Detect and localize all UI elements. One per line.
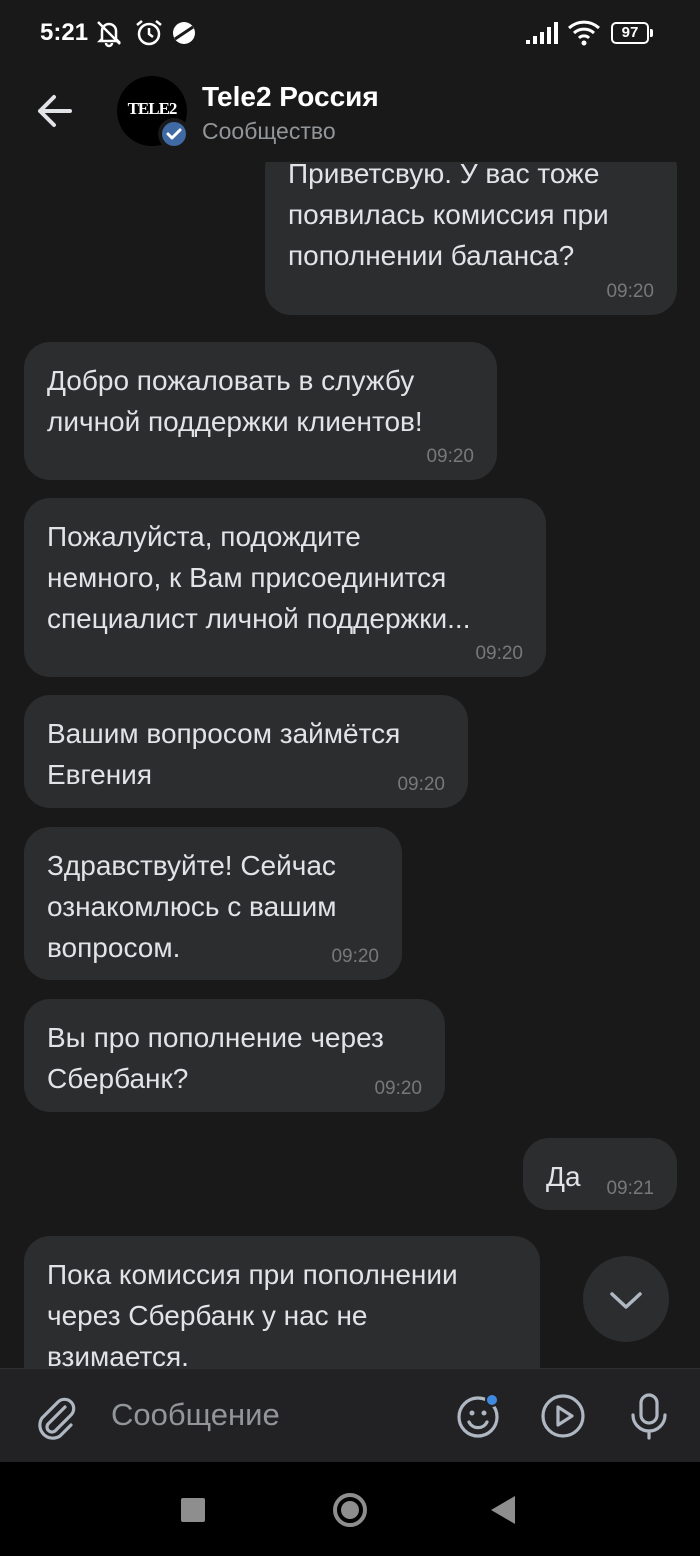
message-text: Добро пожаловать в службу личной поддерж…	[47, 365, 423, 437]
video-message-icon[interactable]	[538, 1391, 588, 1441]
message-text: Здравствуйте! Сейчас ознакомлюсь с вашим…	[47, 850, 337, 963]
chevron-down-icon	[610, 1292, 642, 1309]
message-text: Вы про пополнение через Сбербанк?	[47, 1022, 384, 1094]
message-outgoing[interactable]: Да 09:21	[523, 1138, 677, 1210]
message-time: 09:20	[475, 643, 523, 664]
verified-badge-icon	[158, 118, 190, 150]
microphone-icon[interactable]	[624, 1391, 674, 1441]
chat-title[interactable]: Tele2 Россия	[202, 81, 379, 113]
mute-notifications-icon	[96, 21, 122, 48]
message-time: 09:21	[606, 1178, 654, 1199]
message-text: Приветсвую. У вас тоже появилась комисси…	[288, 162, 609, 271]
message-time: 09:20	[397, 774, 445, 795]
message-composer: Сообщение	[0, 1368, 700, 1463]
back-arrow-icon[interactable]	[30, 88, 80, 134]
status-time: 5:21	[40, 19, 89, 46]
emoji-icon[interactable]	[453, 1391, 503, 1441]
message-incoming[interactable]: Пока комиссия при пополнении через Сберб…	[24, 1236, 540, 1368]
attach-icon[interactable]	[31, 1391, 81, 1441]
message-time: 09:20	[331, 946, 379, 967]
alarm-icon	[136, 20, 162, 46]
scroll-down-button[interactable]	[583, 1256, 669, 1342]
avatar-logo: TELE2	[127, 99, 178, 118]
home-icon[interactable]	[333, 1493, 367, 1527]
chat-header: TELE2 Tele2 Россия Сообщество	[0, 66, 700, 162]
message-input[interactable]: Сообщение	[111, 1397, 280, 1433]
data-saver-icon	[173, 22, 195, 44]
chat-subtitle: Сообщество	[202, 118, 336, 144]
message-outgoing[interactable]: Приветсвую. У вас тоже появилась комисси…	[265, 162, 677, 315]
message-text: Пожалуйста, подождите немного, к Вам при…	[47, 521, 471, 634]
message-text: Вашим вопросом займётся Евгения	[47, 718, 401, 790]
message-time: 09:20	[374, 1078, 422, 1099]
message-incoming[interactable]: Вы про пополнение через Сбербанк? 09:20	[24, 999, 445, 1112]
message-time: 09:20	[426, 446, 474, 467]
message-time: 09:20	[606, 281, 654, 302]
message-text: Пока комиссия при пополнении через Сберб…	[47, 1259, 458, 1368]
recent-apps-icon[interactable]	[181, 1498, 205, 1522]
message-incoming[interactable]: Вашим вопросом займётся Евгения 09:20	[24, 695, 468, 808]
message-incoming[interactable]: Добро пожаловать в службу личной поддерж…	[24, 342, 497, 480]
system-back-icon[interactable]	[491, 1496, 515, 1524]
message-list[interactable]: Приветсвую. У вас тоже появилась комисси…	[0, 162, 700, 1368]
wifi-icon	[567, 20, 601, 46]
battery-icon: 97	[611, 22, 653, 44]
status-bar: 5:21 97	[0, 0, 700, 66]
message-incoming[interactable]: Пожалуйста, подождите немного, к Вам при…	[24, 498, 546, 677]
system-navigation-bar	[0, 1462, 700, 1556]
signal-icon	[526, 22, 558, 44]
message-incoming[interactable]: Здравствуйте! Сейчас ознакомлюсь с вашим…	[24, 827, 402, 980]
